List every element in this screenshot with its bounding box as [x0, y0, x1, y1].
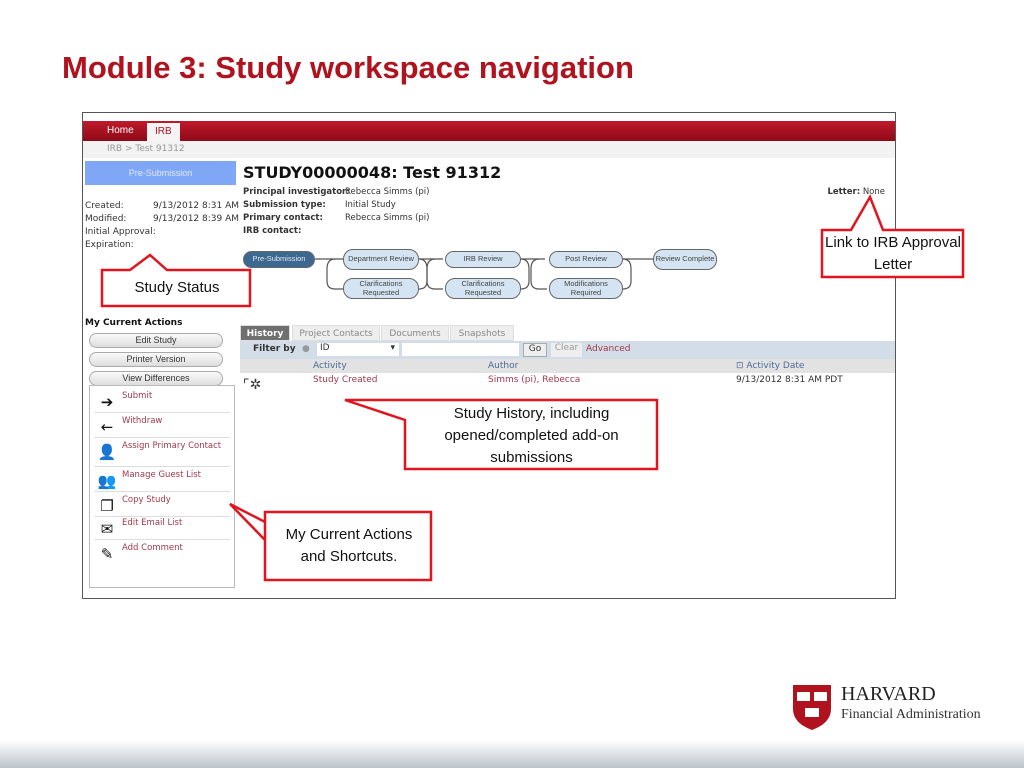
callout-shapes [100, 194, 965, 582]
callout-actions: My Current Actions and Shortcuts. [285, 526, 413, 565]
callout-letter: Link to IRB Approval Letter [825, 234, 961, 273]
harvard-logo: HARVARD Financial Administration [791, 683, 981, 735]
footer-bar [0, 740, 1024, 768]
callout-history: Study History, including opened/complete… [444, 405, 619, 466]
callout-study-status: Study Status [134, 279, 220, 296]
harvard-shield-icon [793, 685, 831, 730]
